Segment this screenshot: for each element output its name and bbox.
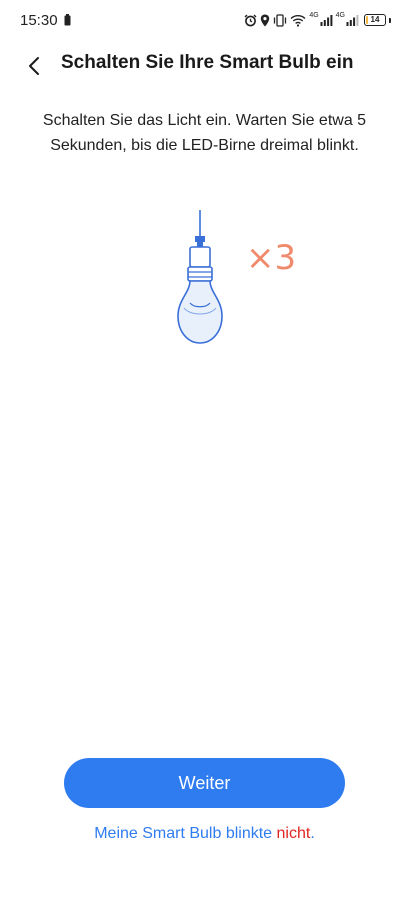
- battery-tip: [389, 17, 391, 23]
- status-time: 15:30: [20, 12, 58, 29]
- chevron-left-icon: [29, 57, 39, 75]
- bulb-illustration: ×3: [170, 208, 300, 348]
- network-type-label: 4G: [335, 11, 345, 19]
- wifi-icon: [290, 14, 306, 27]
- bulb-did-not-blink-link[interactable]: Meine Smart Bulb blinkte nicht.: [0, 825, 409, 843]
- battery-saver-icon: [64, 14, 71, 26]
- status-bar: 15:30 4G 4G 14: [0, 0, 409, 40]
- network-type-label: 4G: [309, 11, 319, 19]
- link-emphasis: nicht: [276, 825, 311, 842]
- page-title: Schalten Sie Ihre Smart Bulb ein: [61, 52, 354, 73]
- back-button[interactable]: [18, 50, 50, 82]
- alarm-icon: [244, 14, 257, 26]
- signal-icon: [320, 15, 333, 26]
- battery-icon: 14: [364, 14, 386, 26]
- vibrate-icon: [274, 13, 287, 27]
- status-icons: 4G 4G 14: [244, 11, 391, 29]
- location-icon: [261, 14, 270, 26]
- blink-count-label: ×3: [246, 238, 297, 278]
- light-bulb-icon: [177, 210, 223, 344]
- signal-icon: [346, 15, 359, 26]
- header: Schalten Sie Ihre Smart Bulb ein: [0, 44, 409, 86]
- link-tail: .: [310, 825, 315, 842]
- battery-level-fill: [366, 16, 369, 24]
- battery-level: 14: [370, 15, 380, 24]
- link-text: Meine Smart Bulb blinkte: [94, 825, 277, 842]
- instruction-text: Schalten Sie das Licht ein. Warten Sie e…: [42, 112, 367, 154]
- next-button[interactable]: Weiter: [64, 758, 345, 808]
